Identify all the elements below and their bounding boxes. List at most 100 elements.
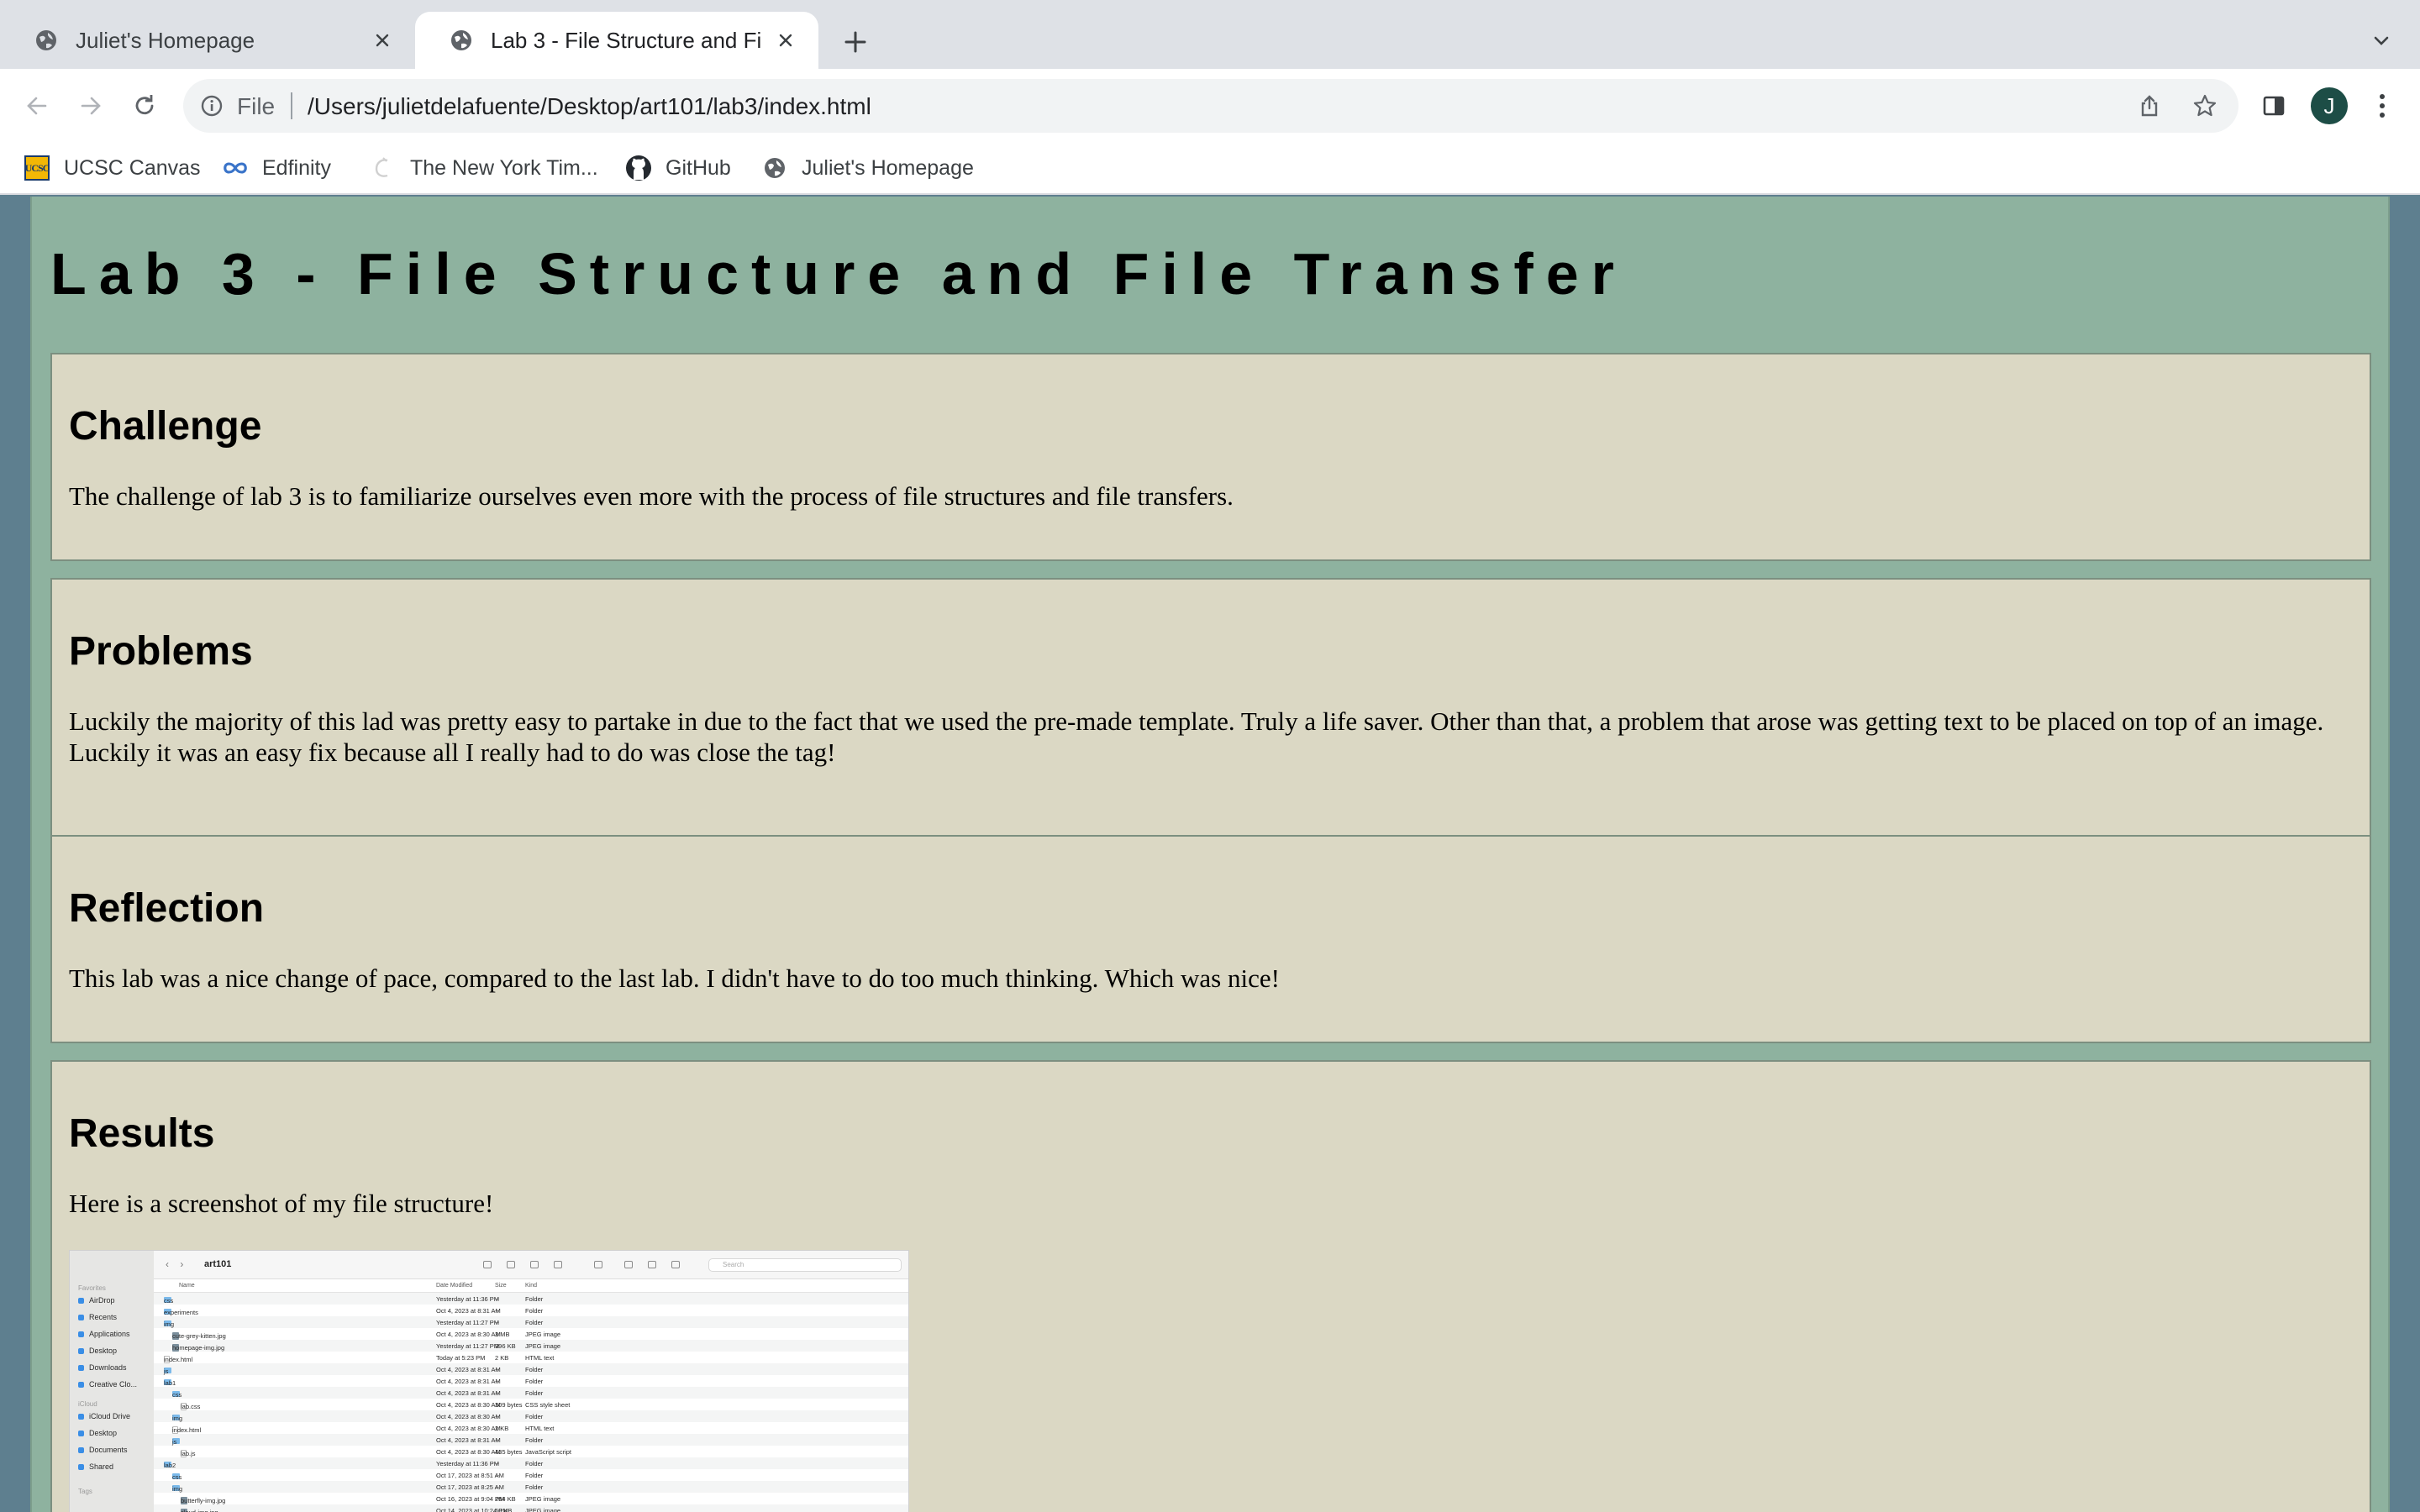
finder-sidebar-item: Applications	[78, 1330, 130, 1338]
file-kind: HTML text	[525, 1354, 555, 1362]
tab-title: Juliet's Homepage	[76, 27, 255, 53]
file-date: Yesterday at 11:27 PM	[436, 1342, 500, 1350]
nyt-logo-icon	[370, 155, 397, 181]
table-row: ⌄imgYesterday at 11:27 PM--Folder	[154, 1316, 908, 1328]
finder-column-header: Name Date Modified Size Kind	[154, 1279, 908, 1293]
file-name: cute-grey-kitten.jpg	[172, 1332, 226, 1340]
bookmark-label: GitHub	[666, 155, 731, 180]
share-icon[interactable]	[2134, 91, 2165, 121]
table-row: ›imgOct 4, 2023 at 8:30 AM--Folder	[154, 1410, 908, 1422]
file-kind: Folder	[525, 1483, 544, 1491]
address-divider	[291, 92, 292, 119]
reflection-section: Reflection This lab was a nice change of…	[50, 835, 2371, 1043]
reload-button[interactable]	[126, 87, 163, 124]
file-size: --	[495, 1436, 499, 1444]
table-row: butterfly-img.jpg Oct 16, 2023 at 9:04 PM…	[154, 1493, 908, 1504]
page-container: Lab 3 - File Structure and File Transfer…	[30, 197, 2390, 1512]
bookmark-edfinity[interactable]: Edfinity	[222, 151, 331, 185]
file-size: --	[495, 1295, 499, 1303]
bookmarks-bar: UCSC UCSC Canvas Edfinity The New York T…	[0, 143, 2420, 195]
finder-nav-arrows: ‹ ›	[166, 1258, 184, 1270]
file-kind: CSS style sheet	[525, 1401, 571, 1409]
column-name: Name	[179, 1283, 195, 1289]
sidebar-section-label: Favorites	[78, 1284, 106, 1292]
table-row: ⌄lab1Oct 4, 2023 at 8:31 AM--Folder	[154, 1375, 908, 1387]
finder-sidebar-item: Desktop	[78, 1429, 117, 1437]
file-date: Oct 17, 2023 at 8:25 AM	[436, 1483, 504, 1491]
file-name: css	[172, 1473, 182, 1481]
table-row: index.html Oct 4, 2023 at 8:30 AM 2 KB HTML…	[154, 1422, 908, 1434]
table-row: ›jsOct 4, 2023 at 8:31 AM--Folder	[154, 1363, 908, 1375]
file-date: Oct 4, 2023 at 8:31 AM	[436, 1389, 501, 1397]
table-row: ⌄lab2Yesterday at 11:36 PM--Folder	[154, 1457, 908, 1469]
sidebar-item-label: Documents	[89, 1446, 128, 1454]
tab-lab3[interactable]: Lab 3 - File Structure and File	[415, 12, 818, 69]
github-icon	[625, 155, 652, 181]
file-date: Yesterday at 11:36 PM	[436, 1460, 500, 1467]
section-body: Luckily the majority of this lad was pre…	[69, 706, 2324, 767]
info-icon[interactable]	[197, 91, 227, 121]
bookmark-new-york-times[interactable]: The New York Tim...	[370, 151, 598, 185]
finder-search-field: Search	[708, 1258, 902, 1272]
file-date: Yesterday at 11:27 PM	[436, 1319, 500, 1326]
close-icon[interactable]	[771, 26, 800, 55]
browser-menu-button[interactable]	[2368, 87, 2396, 124]
ucsc-logo-icon: UCSC	[24, 155, 50, 181]
file-size: --	[495, 1389, 499, 1397]
file-size: 284 KB	[495, 1495, 516, 1503]
bookmark-ucsc-canvas[interactable]: UCSC UCSC Canvas	[24, 151, 201, 185]
file-name: homepage-img.jpg	[172, 1344, 225, 1352]
section-body: Here is a screenshot of my file structur…	[69, 1189, 494, 1218]
plus-icon	[844, 31, 866, 53]
file-name: lab1	[164, 1379, 176, 1387]
file-kind: JavaScript script	[525, 1448, 572, 1456]
file-kind: Folder	[525, 1319, 544, 1326]
bookmark-juliets-homepage[interactable]: Juliet's Homepage	[761, 151, 974, 185]
file-kind: HTML text	[525, 1425, 555, 1432]
file-name: cloud-img.jpg	[181, 1509, 218, 1512]
column-size: Size	[495, 1283, 507, 1289]
close-icon[interactable]	[368, 26, 397, 55]
forward-button[interactable]	[72, 87, 109, 124]
sidebar-section-label: Tags	[78, 1488, 92, 1495]
file-size: 309 bytes	[495, 1401, 523, 1409]
section-heading: Results	[69, 1111, 215, 1156]
file-name: experiments	[164, 1309, 198, 1316]
tab-juliets-homepage[interactable]: Juliet's Homepage	[0, 12, 415, 69]
sidebar-item-label: Recents	[89, 1313, 118, 1321]
url-text[interactable]: /Users/julietdelafuente/Desktop/art101/l…	[308, 93, 871, 120]
file-size: 60 KB	[495, 1507, 513, 1512]
file-kind: JPEG image	[525, 1507, 561, 1512]
finder-sidebar: Favorites AirDrop Recents Applications Desk…	[70, 1251, 154, 1512]
section-heading: Problems	[69, 629, 253, 674]
profile-avatar[interactable]: J	[2311, 87, 2348, 124]
bookmark-label: UCSC Canvas	[64, 155, 201, 180]
file-size: --	[495, 1483, 499, 1491]
tab-title: Lab 3 - File Structure and File	[491, 27, 761, 53]
chevron-down-icon	[2374, 36, 2389, 45]
file-kind: Folder	[525, 1295, 544, 1303]
back-button[interactable]	[18, 87, 55, 124]
bookmark-github[interactable]: GitHub	[625, 151, 731, 185]
folder-icon	[78, 1446, 84, 1453]
finder-folder-title: art101	[204, 1259, 232, 1269]
file-name: index.html	[164, 1356, 193, 1363]
sidebar-item-label: Shared	[89, 1462, 114, 1471]
tab-search-button[interactable]	[2363, 22, 2400, 59]
tab-strip: Juliet's Homepage Lab 3 - File Structure…	[0, 0, 2420, 69]
folder-icon	[78, 1297, 84, 1304]
side-panel-icon	[2263, 96, 2285, 116]
new-tab-button[interactable]	[837, 24, 874, 60]
file-date: Today at 5:23 PM	[436, 1354, 486, 1362]
folder-icon	[78, 1331, 84, 1337]
globe-icon	[34, 28, 59, 53]
bookmark-star-icon[interactable]	[2190, 91, 2220, 121]
file-name: js	[172, 1438, 177, 1446]
side-panel-button[interactable]	[2257, 89, 2291, 123]
file-name: img	[172, 1485, 183, 1493]
column-kind: Kind	[525, 1283, 538, 1289]
file-kind: Folder	[525, 1366, 544, 1373]
file-size: --	[495, 1378, 499, 1385]
address-bar[interactable]: File /Users/julietdelafuente/Desktop/art…	[183, 79, 2238, 133]
arrow-left-icon	[27, 97, 47, 115]
